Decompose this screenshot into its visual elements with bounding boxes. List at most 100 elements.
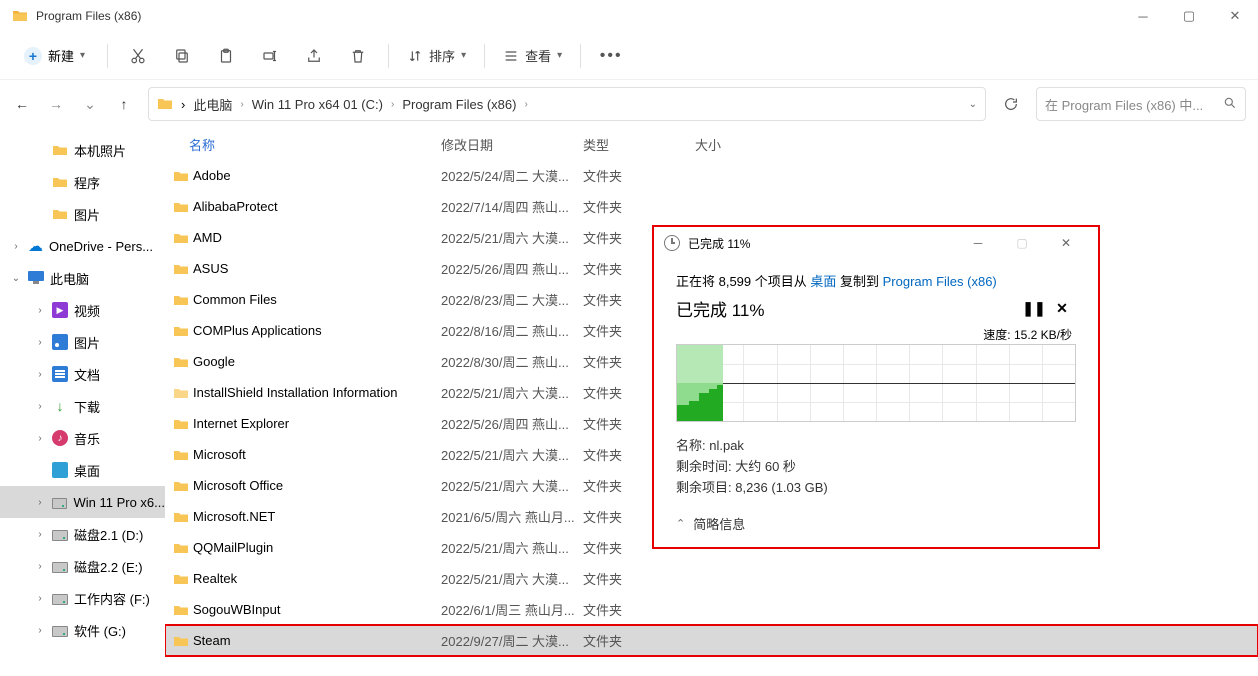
column-size[interactable]: 大小 [695, 135, 775, 154]
dialog-minimize-button[interactable]: ─ [956, 229, 1000, 257]
file-row[interactable]: Steam2022/9/27/周二 大漠...文件夹 [165, 625, 1258, 656]
dialog-maximize-button[interactable]: ▢ [1000, 229, 1044, 257]
view-button[interactable]: 查看 ▾ [495, 40, 570, 71]
address-bar[interactable]: › 此电脑› Win 11 Pro x64 01 (C:)› Program F… [148, 87, 986, 121]
share-button[interactable] [294, 38, 334, 74]
file-name: Microsoft.NET [193, 509, 441, 524]
refresh-button[interactable] [994, 87, 1028, 121]
new-button[interactable]: + 新建 ▾ [12, 40, 97, 71]
breadcrumb[interactable]: Program Files (x86)› [402, 97, 527, 112]
close-button[interactable]: ✕ [1212, 0, 1258, 32]
dialog-title: 已完成 11% [688, 235, 956, 252]
column-headers[interactable]: 名称 修改日期 类型 大小 [165, 128, 1258, 160]
maximize-button[interactable]: ▢ [1166, 0, 1212, 32]
back-button[interactable]: ← [12, 96, 32, 112]
file-date: 2022/5/21/周六 大漠... [441, 228, 583, 247]
rename-button[interactable] [250, 38, 290, 74]
file-date: 2022/8/23/周二 大漠... [441, 290, 583, 309]
sort-label: 排序 [429, 46, 455, 65]
breadcrumb[interactable]: Win 11 Pro x64 01 (C:)› [252, 97, 395, 112]
chevron-down-icon: ▾ [80, 50, 85, 61]
up-button[interactable]: ↑ [114, 96, 134, 112]
expand-icon[interactable]: › [10, 241, 22, 252]
tree-item[interactable]: ›▶视频 [0, 294, 165, 326]
chevron-up-icon: ⌃ [676, 517, 685, 530]
column-date[interactable]: 修改日期 [441, 135, 583, 154]
file-name: Google [193, 354, 441, 369]
expand-icon[interactable]: › [34, 529, 46, 540]
sort-button[interactable]: 排序 ▾ [399, 40, 474, 71]
folder-icon [173, 478, 193, 494]
pause-button[interactable]: ❚❚ [1020, 294, 1048, 322]
source-link[interactable]: 桌面 [810, 274, 836, 289]
file-name: ASUS [193, 261, 441, 276]
plus-icon: + [24, 47, 42, 65]
paste-button[interactable] [206, 38, 246, 74]
separator [484, 44, 485, 68]
minimize-button[interactable]: ─ [1120, 0, 1166, 32]
file-date: 2022/6/1/周三 燕山月... [441, 600, 583, 619]
dest-link[interactable]: Program Files (x86) [883, 274, 997, 289]
copy-progress-dialog: 已完成 11% ─ ▢ ✕ 正在将 8,599 个项目从 桌面 复制到 Prog… [652, 225, 1100, 549]
file-row[interactable]: Adobe2022/5/24/周二 大漠...文件夹 [165, 160, 1258, 191]
current-file-name: nl.pak [709, 438, 744, 453]
tree-item-label: 磁盘2.2 (E:) [74, 557, 143, 576]
column-type[interactable]: 类型 [583, 135, 695, 154]
delete-button[interactable] [338, 38, 378, 74]
tree-item[interactable]: 图片 [0, 198, 165, 230]
tree-item[interactable]: 程序 [0, 166, 165, 198]
expand-icon[interactable]: › [34, 593, 46, 604]
tree-item-label: 程序 [74, 173, 100, 192]
folder-icon [173, 385, 193, 401]
tree-item[interactable]: ›↓下载 [0, 390, 165, 422]
expand-icon[interactable]: › [34, 497, 46, 508]
breadcrumb[interactable]: 此电脑› [193, 95, 243, 114]
details-toggle[interactable]: ⌃ 简略信息 [676, 514, 1076, 533]
tree-item[interactable]: 桌面 [0, 454, 165, 486]
address-dropdown[interactable]: ⌄ [969, 99, 977, 110]
cancel-button[interactable]: ✕ [1048, 294, 1076, 322]
recent-dropdown[interactable]: ⌄ [80, 96, 100, 113]
file-row[interactable]: Realtek2022/5/21/周六 大漠...文件夹 [165, 563, 1258, 594]
folder-icon [173, 261, 193, 277]
tree-item[interactable]: ›Win 11 Pro x6... [0, 486, 165, 518]
forward-button[interactable]: → [46, 96, 66, 112]
copy-button[interactable] [162, 38, 202, 74]
tree-item[interactable]: ›图片 [0, 326, 165, 358]
chevron-down-icon: ▾ [557, 50, 562, 61]
tree-item[interactable]: › 磁盘2.2 (E:) [0, 550, 165, 582]
column-name[interactable]: 名称 [189, 135, 441, 154]
expand-icon[interactable]: › [34, 369, 46, 380]
expand-icon[interactable]: ⌄ [10, 273, 22, 284]
file-row[interactable]: AlibabaProtect2022/7/14/周四 燕山...文件夹 [165, 191, 1258, 222]
tree-item[interactable]: ›♪音乐 [0, 422, 165, 454]
file-date: 2022/5/21/周六 大漠... [441, 445, 583, 464]
sidebar-tree[interactable]: 本机照片程序图片›☁OneDrive - Pers...⌄此电脑›▶视频›图片›… [0, 128, 165, 676]
more-button[interactable]: ••• [591, 38, 631, 74]
cut-button[interactable] [118, 38, 158, 74]
file-row[interactable]: SogouWBInput2022/6/1/周三 燕山月...文件夹 [165, 594, 1258, 625]
file-name: Adobe [193, 168, 441, 183]
search-input[interactable]: 在 Program Files (x86) 中... [1036, 87, 1246, 121]
separator [107, 44, 108, 68]
dialog-metadata: 名称: nl.pak 剩余时间: 大约 60 秒 剩余项目: 8,236 (1.… [676, 436, 1076, 498]
tree-item[interactable]: 本机照片 [0, 134, 165, 166]
tree-item[interactable]: ›文档 [0, 358, 165, 390]
tree-item[interactable]: ⌄此电脑 [0, 262, 165, 294]
tree-item[interactable]: ›工作内容 (F:) [0, 582, 165, 614]
dialog-close-button[interactable]: ✕ [1044, 229, 1088, 257]
expand-icon[interactable]: › [34, 625, 46, 636]
tree-item-label: 音乐 [74, 429, 100, 448]
navbar: ← → ⌄ ↑ › 此电脑› Win 11 Pro x64 01 (C:)› P… [0, 80, 1258, 128]
file-name: SogouWBInput [193, 602, 441, 617]
expand-icon[interactable]: › [34, 401, 46, 412]
tree-item[interactable]: ›☁OneDrive - Pers... [0, 230, 165, 262]
file-name: Common Files [193, 292, 441, 307]
expand-icon[interactable]: › [34, 305, 46, 316]
expand-icon[interactable]: › [34, 561, 46, 572]
expand-icon[interactable]: › [34, 433, 46, 444]
tree-item[interactable]: ›软件 (G:) [0, 614, 165, 646]
tree-item[interactable]: ›磁盘2.1 (D:) [0, 518, 165, 550]
expand-icon[interactable]: › [34, 337, 46, 348]
remaining-time: 大约 60 秒 [735, 459, 796, 474]
